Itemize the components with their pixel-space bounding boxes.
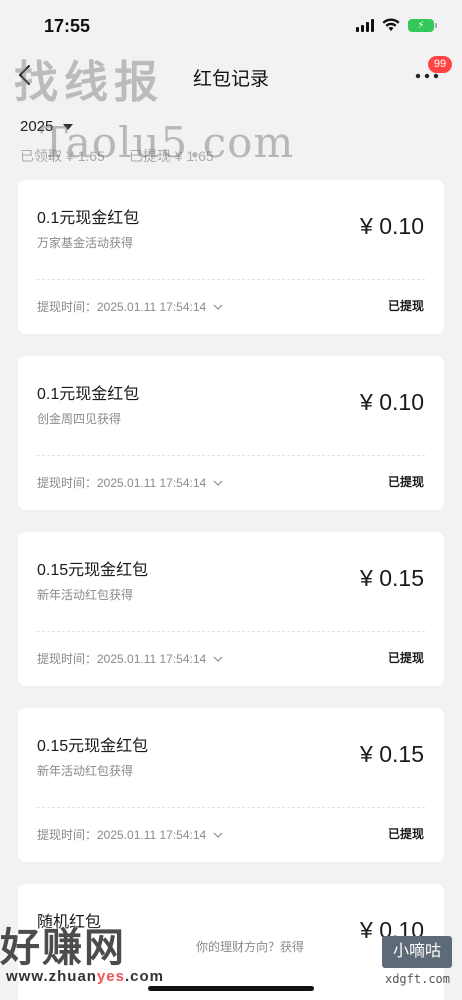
record-time[interactable]: 提现时间：2025.01.11 17:54:14: [37, 298, 223, 315]
record-title: 0.1元现金红包: [37, 210, 140, 227]
record-amount: ¥ 0.15: [360, 565, 424, 591]
summary-withdrawn: 已提现 ¥ 1.65: [128, 148, 214, 164]
record-time-text: 提现时间：2025.01.11 17:54:14: [37, 476, 207, 490]
chevron-down-icon: [213, 480, 223, 486]
record-time-text: 提现时间：2025.01.11 17:54:14: [37, 828, 207, 842]
page-title: 红包记录: [192, 69, 269, 90]
nav-bar: 红包记录 99: [0, 52, 462, 98]
record-title: 0.15元现金红包: [37, 738, 149, 755]
record-amount: ¥ 0.15: [360, 741, 424, 767]
record-source: 创金周四见获得: [37, 412, 122, 426]
caret-down-icon: [63, 123, 74, 130]
wifi-icon: [382, 18, 400, 31]
record-source: 新年活动红包获得: [37, 764, 134, 778]
divider: [37, 631, 425, 632]
status-badge: 已提现: [387, 475, 424, 489]
notification-badge: 99: [428, 56, 452, 73]
status-bar: 17:55 ⚡: [0, 0, 462, 50]
divider: [37, 279, 425, 280]
chevron-down-icon: [213, 832, 223, 838]
record-source: 新年活动红包获得: [37, 588, 134, 602]
status-badge: 已提现: [387, 827, 424, 841]
status-badge: 已提现: [387, 299, 424, 313]
record-title: 0.15元现金红包: [37, 562, 149, 579]
status-badge: 已提现: [387, 651, 424, 665]
record-time-text: 提现时间：2025.01.11 17:54:14: [37, 300, 207, 314]
record-card[interactable]: 0.1元现金红包 创金周四见获得 ¥ 0.10 提现时间：2025.01.11 …: [18, 356, 444, 510]
record-time[interactable]: 提现时间：2025.01.11 17:54:14: [37, 650, 223, 667]
record-amount: ¥ 0.10: [360, 917, 424, 943]
summary: 已领取 ¥ 1.65 已提现 ¥ 1.65: [20, 146, 214, 166]
signal-icon: [356, 18, 374, 32]
year-selector[interactable]: 2025: [20, 118, 74, 135]
record-amount: ¥ 0.10: [360, 213, 424, 239]
chevron-down-icon: [213, 656, 223, 662]
record-card[interactable]: 0.15元现金红包 新年活动红包获得 ¥ 0.15 提现时间：2025.01.1…: [18, 708, 444, 862]
record-title: 随机红包: [37, 914, 102, 931]
record-time[interactable]: 提现时间：2025.01.11 17:54:14: [37, 474, 223, 491]
summary-received: 已领取 ¥ 1.65: [20, 148, 105, 164]
divider: [37, 807, 425, 808]
record-title: 0.1元现金红包: [37, 386, 140, 403]
record-card[interactable]: 0.15元现金红包 新年活动红包获得 ¥ 0.15 提现时间：2025.01.1…: [18, 532, 444, 686]
record-card[interactable]: 0.1元现金红包 万家基金活动获得 ¥ 0.10 提现时间：2025.01.11…: [18, 180, 444, 334]
chevron-down-icon: [213, 304, 223, 310]
record-source: 万家基金活动获得: [37, 236, 134, 250]
record-time-text: 提现时间：2025.01.11 17:54:14: [37, 652, 207, 666]
record-time[interactable]: 提现时间：2025.01.11 17:54:14: [37, 826, 223, 843]
status-time: 17:55: [44, 16, 91, 36]
record-source: 你的理财方向？获得: [196, 940, 305, 954]
year-value: 2025: [20, 118, 54, 135]
status-icons: ⚡: [356, 18, 437, 32]
record-amount: ¥ 0.10: [360, 389, 424, 415]
battery-charging-icon: ⚡: [408, 18, 437, 32]
divider: [37, 455, 425, 456]
home-indicator[interactable]: [148, 986, 314, 991]
